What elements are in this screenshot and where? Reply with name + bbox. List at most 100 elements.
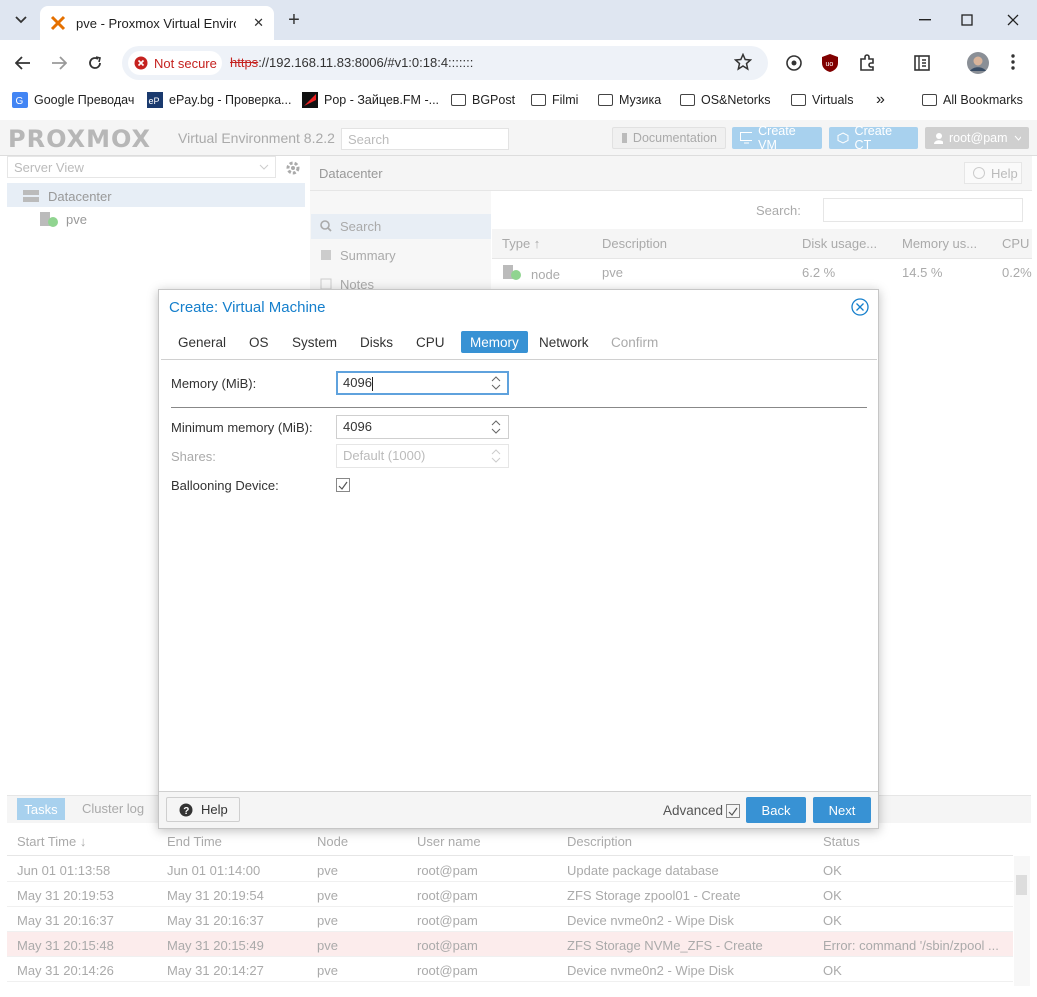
more-bookmarks-button[interactable]: » <box>876 90 885 110</box>
tab-system[interactable]: System <box>283 331 346 353</box>
bookmark-star-icon[interactable] <box>734 53 752 71</box>
new-tab-button[interactable]: + <box>282 8 306 32</box>
url-text[interactable]: https://192.168.11.83:8006/#v1:0:18:4:::… <box>230 55 473 70</box>
forward-nav-button[interactable] <box>46 50 72 76</box>
tree-item-pve[interactable]: pve <box>66 212 87 227</box>
folder-icon <box>451 94 466 106</box>
memory-input[interactable]: 4096 <box>336 371 509 395</box>
help-button[interactable]: ? Help <box>166 797 240 822</box>
task-user: root@pam <box>417 863 478 878</box>
gear-icon[interactable] <box>284 159 302 177</box>
advanced-label[interactable]: Advanced <box>663 803 723 818</box>
proxmox-logo: PROXMOX <box>8 125 152 153</box>
extension-refresh-icon[interactable] <box>785 54 803 72</box>
help-button-top[interactable]: Help <box>964 162 1022 184</box>
table-row[interactable] <box>7 882 1013 907</box>
tab-disks[interactable]: Disks <box>351 331 402 353</box>
back-button[interactable]: Back <box>746 797 806 823</box>
memory-value: 4096 <box>343 375 372 390</box>
close-icon <box>1007 14 1019 26</box>
menu-item-search[interactable]: Search <box>320 215 381 237</box>
scrollbar-thumb[interactable] <box>1016 875 1027 895</box>
reload-button[interactable] <box>82 50 108 76</box>
shares-input: Default (1000) <box>336 444 509 468</box>
tab-memory[interactable]: Memory <box>461 331 528 353</box>
profile-avatar[interactable] <box>967 52 989 74</box>
bookmark-folder[interactable]: Filmi <box>531 90 578 110</box>
task-desc: Update package database <box>567 863 719 878</box>
close-icon[interactable] <box>851 298 869 316</box>
col-disk-usage[interactable]: Disk usage... <box>802 236 877 251</box>
bookmark-item[interactable]: G Google Преводач <box>12 90 134 110</box>
spinner-icon[interactable] <box>491 420 501 434</box>
tab-general[interactable]: General <box>169 331 235 353</box>
col-node[interactable]: Node <box>317 834 348 849</box>
tab-os[interactable]: OS <box>240 331 278 353</box>
svg-text:?: ? <box>183 806 189 817</box>
bookmark-folder[interactable]: OS&Netorks <box>680 90 770 110</box>
ublock-icon[interactable]: uo <box>821 53 839 73</box>
all-bookmarks-folder[interactable]: All Bookmarks <box>922 90 1023 110</box>
bookmark-item[interactable]: Pop - Зайцев.FM -... <box>302 90 439 110</box>
col-description[interactable]: Description <box>602 236 667 251</box>
task-start: Jun 01 01:13:58 <box>17 863 111 878</box>
close-window-button[interactable] <box>998 8 1028 32</box>
table-row[interactable] <box>7 857 1013 882</box>
menu-item-summary[interactable]: Summary <box>320 244 396 266</box>
tab-close-icon[interactable]: ✕ <box>253 15 264 31</box>
grid-cell-description: pve <box>602 265 623 280</box>
next-button[interactable]: Next <box>813 797 871 823</box>
col-end-time[interactable]: End Time <box>167 834 222 849</box>
create-ct-button[interactable]: Create CT <box>829 124 918 152</box>
svg-text:G: G <box>16 96 24 107</box>
min-memory-input[interactable]: 4096 <box>336 415 509 439</box>
tab-search-button[interactable] <box>8 8 34 32</box>
col-user[interactable]: User name <box>417 834 481 849</box>
bookmark-folder[interactable]: Музика <box>598 90 661 110</box>
task-start: May 31 20:16:37 <box>17 913 114 928</box>
col-type[interactable]: Type ↑ <box>502 236 540 251</box>
browser-menu-icon[interactable] <box>1006 53 1020 71</box>
server-view-select[interactable]: Server View <box>7 156 276 178</box>
url-path: ://192.168.11.83:8006/#v1:0:18:4::::::: <box>258 55 474 70</box>
advanced-checkbox[interactable] <box>726 804 740 818</box>
task-user: root@pam <box>417 963 478 978</box>
bookmark-folder[interactable]: Virtuals <box>791 90 853 110</box>
bookmark-folder[interactable]: BGPost <box>451 90 515 110</box>
create-vm-button[interactable]: Create VM <box>732 124 822 152</box>
task-status: OK <box>823 863 842 878</box>
col-description[interactable]: Description <box>567 834 632 849</box>
tab-cpu[interactable]: CPU <box>407 331 454 353</box>
chevron-down-icon <box>259 164 269 170</box>
folder-icon <box>598 94 613 106</box>
reading-list-icon[interactable] <box>913 54 931 72</box>
tab-confirm: Confirm <box>611 334 659 350</box>
col-memory-usage[interactable]: Memory us... <box>902 236 977 251</box>
browser-tab[interactable]: pve - Proxmox Virtual Environm ✕ <box>40 6 274 40</box>
grid-search-input[interactable] <box>823 198 1023 222</box>
tab-network[interactable]: Network <box>530 331 598 353</box>
grid-cell-type: node <box>531 267 560 282</box>
spinner-icon[interactable] <box>491 376 501 390</box>
documentation-button[interactable]: Documentation <box>612 127 726 149</box>
bookmark-item[interactable]: eP ePay.bg - Проверка... <box>147 90 291 110</box>
col-status[interactable]: Status <box>823 834 860 849</box>
table-row[interactable] <box>7 907 1013 932</box>
minimize-button[interactable] <box>910 8 940 32</box>
security-chip[interactable]: Not secure <box>128 51 222 75</box>
col-cpu[interactable]: CPU <box>1002 236 1029 251</box>
pve-search-input[interactable]: Search <box>341 128 509 150</box>
table-row[interactable] <box>7 957 1013 982</box>
col-start-time[interactable]: Start Time ↓ <box>17 834 86 849</box>
extensions-puzzle-icon[interactable] <box>858 54 876 72</box>
task-start: May 31 20:14:26 <box>17 963 114 978</box>
task-start: May 31 20:15:48 <box>17 938 114 953</box>
content-title: Datacenter <box>319 166 383 181</box>
back-nav-button[interactable] <box>10 50 36 76</box>
tab-tasks[interactable]: Tasks <box>17 798 65 820</box>
ballooning-checkbox[interactable] <box>336 478 350 492</box>
maximize-button[interactable] <box>952 8 982 32</box>
user-menu-button[interactable]: root@pam <box>925 127 1029 149</box>
tab-cluster-log[interactable]: Cluster log <box>82 801 144 816</box>
not-secure-label: Not secure <box>154 55 217 71</box>
